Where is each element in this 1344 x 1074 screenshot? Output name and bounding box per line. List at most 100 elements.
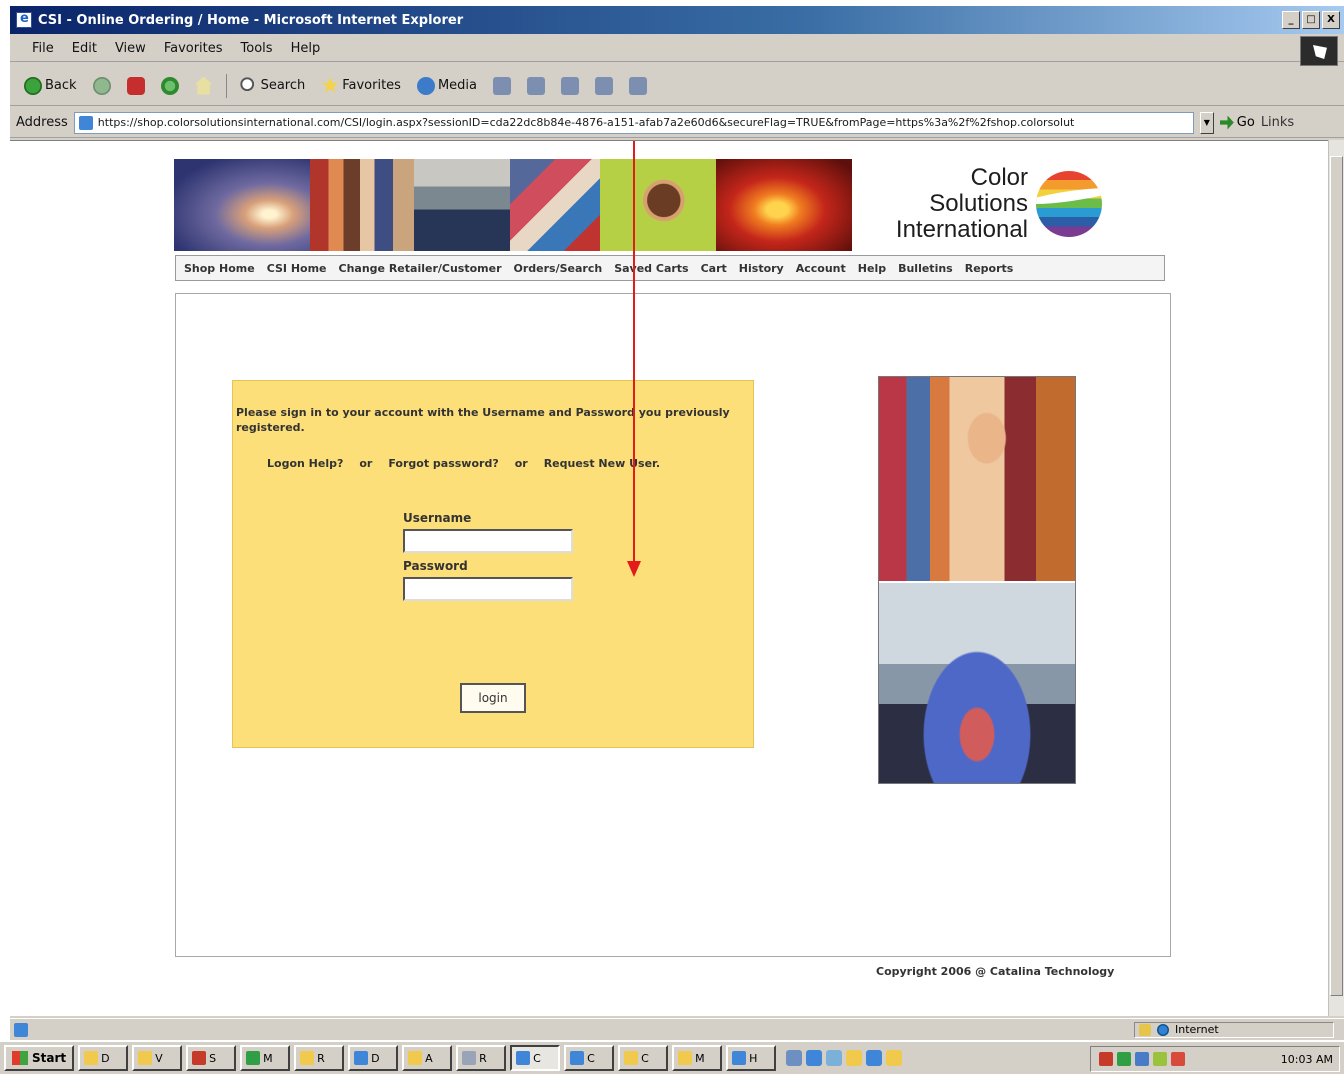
- minimize-button[interactable]: _: [1282, 11, 1300, 29]
- maximize-button[interactable]: □: [1302, 11, 1320, 29]
- logo-text: Color Solutions International: [895, 164, 1028, 243]
- taskbar-window-button[interactable]: C: [510, 1045, 561, 1071]
- quick-launch-icon[interactable]: [806, 1050, 823, 1066]
- password-label: Password: [403, 559, 468, 573]
- search-button[interactable]: Search: [234, 75, 312, 97]
- address-label: Address: [16, 115, 68, 130]
- edit-button[interactable]: [589, 75, 619, 97]
- nav-change-retailer[interactable]: Change Retailer/Customer: [339, 262, 502, 275]
- menu-favorites[interactable]: Favorites: [156, 39, 231, 58]
- taskbar-window-button[interactable]: D: [78, 1045, 129, 1071]
- nav-saved-carts[interactable]: Saved Carts: [614, 262, 688, 275]
- taskbar-window-button[interactable]: S: [186, 1045, 237, 1071]
- tray-icon[interactable]: [1171, 1052, 1185, 1066]
- menu-bar: File Edit View Favorites Tools Help: [10, 36, 1344, 62]
- username-input[interactable]: [403, 529, 573, 553]
- quick-launch-icon[interactable]: [786, 1050, 803, 1066]
- history-button[interactable]: [487, 75, 517, 97]
- address-dropdown-button[interactable]: ▼: [1199, 111, 1214, 134]
- media-button[interactable]: Media: [411, 75, 483, 97]
- nav-shop-home[interactable]: Shop Home: [184, 262, 255, 275]
- refresh-button[interactable]: [155, 75, 185, 97]
- logon-help-link[interactable]: Logon Help?: [267, 457, 343, 470]
- quick-launch-icon[interactable]: [846, 1050, 863, 1066]
- menu-view[interactable]: View: [107, 39, 154, 58]
- print-button[interactable]: [555, 75, 585, 97]
- taskbar-window-button[interactable]: C: [564, 1045, 615, 1071]
- go-button[interactable]: Go: [1219, 115, 1255, 130]
- taskbar-window-label: H: [749, 1051, 758, 1065]
- page-viewport: Color Solutions International Shop Home …: [10, 140, 1328, 1016]
- page-status-icon: [14, 1022, 28, 1037]
- start-button[interactable]: Start: [4, 1045, 75, 1071]
- menu-edit[interactable]: Edit: [64, 39, 105, 58]
- taskbar-window-button[interactable]: H: [726, 1045, 777, 1071]
- home-button[interactable]: [189, 75, 219, 97]
- taskbar-window-label: D: [101, 1051, 110, 1065]
- page-icon: [78, 115, 93, 130]
- request-new-user-link[interactable]: Request New User.: [544, 457, 660, 470]
- nav-help[interactable]: Help: [858, 262, 886, 275]
- taskbar-window-button[interactable]: C: [618, 1045, 669, 1071]
- back-button[interactable]: Back: [18, 75, 83, 97]
- taskbar-window-label: R: [479, 1051, 487, 1065]
- address-input[interactable]: https://shop.colorsolutionsinternational…: [73, 111, 1194, 134]
- stop-button[interactable]: [121, 75, 151, 97]
- mail-button[interactable]: [521, 75, 551, 97]
- username-label: Username: [403, 511, 472, 525]
- links-button[interactable]: Links: [1261, 115, 1294, 130]
- security-zone: Internet: [1134, 1022, 1334, 1038]
- start-label: Start: [32, 1051, 67, 1065]
- app-icon: [354, 1051, 369, 1065]
- nav-history[interactable]: History: [739, 262, 784, 275]
- nav-bulletins[interactable]: Bulletins: [898, 262, 953, 275]
- taskbar-window-button[interactable]: R: [456, 1045, 507, 1071]
- go-arrow-icon: [1219, 115, 1234, 130]
- home-icon: [194, 76, 213, 95]
- color-stripes-logo-icon: [1036, 171, 1102, 237]
- address-bar: Address https://shop.colorsolutionsinter…: [10, 108, 1344, 138]
- taskbar-window-button[interactable]: R: [294, 1045, 345, 1071]
- close-button[interactable]: X: [1322, 11, 1340, 29]
- taskbar-window-label: C: [533, 1051, 541, 1065]
- quick-launch-icon[interactable]: [826, 1050, 843, 1066]
- nav-reports[interactable]: Reports: [965, 262, 1014, 275]
- forward-button[interactable]: [87, 75, 117, 97]
- menu-help[interactable]: Help: [283, 39, 329, 58]
- vertical-scrollbar[interactable]: [1328, 140, 1344, 1016]
- discuss-button[interactable]: [623, 75, 653, 97]
- media-icon: [416, 76, 435, 95]
- tray-icon[interactable]: [1153, 1052, 1167, 1066]
- quick-launch: [780, 1050, 908, 1066]
- login-button[interactable]: login: [460, 683, 526, 713]
- nav-orders-search[interactable]: Orders/Search: [514, 262, 603, 275]
- globe-icon: [1157, 1024, 1169, 1036]
- quick-launch-icon[interactable]: [886, 1050, 903, 1066]
- password-input[interactable]: [403, 577, 573, 601]
- app-icon: [462, 1051, 477, 1065]
- tray-icon[interactable]: [1117, 1052, 1131, 1066]
- quick-launch-icon[interactable]: [866, 1050, 883, 1066]
- login-links: Logon Help? or Forgot password? or Reque…: [267, 457, 660, 470]
- taskbar-window-button[interactable]: M: [240, 1045, 291, 1071]
- taskbar-window-button[interactable]: D: [348, 1045, 399, 1071]
- nav-cart[interactable]: Cart: [701, 262, 727, 275]
- taskbar-window-button[interactable]: V: [132, 1045, 183, 1071]
- menu-tools[interactable]: Tools: [233, 39, 281, 58]
- title-bar: CSI - Online Ordering / Home - Microsoft…: [10, 6, 1344, 34]
- nav-account[interactable]: Account: [796, 262, 846, 275]
- menu-file[interactable]: File: [24, 39, 62, 58]
- csi-logo[interactable]: Color Solutions International: [862, 165, 1112, 245]
- nav-csi-home[interactable]: CSI Home: [267, 262, 327, 275]
- site-banner: Color Solutions International: [174, 157, 1114, 251]
- forgot-password-link[interactable]: Forgot password?: [388, 457, 498, 470]
- tray-icon[interactable]: [1135, 1052, 1149, 1066]
- site-nav: Shop Home CSI Home Change Retailer/Custo…: [175, 255, 1165, 281]
- scrollbar-thumb[interactable]: [1330, 156, 1343, 996]
- favorites-button[interactable]: Favorites: [315, 75, 407, 97]
- favorites-star-icon: [321, 76, 339, 93]
- or-separator: or: [514, 457, 528, 470]
- taskbar-window-button[interactable]: A: [402, 1045, 453, 1071]
- tray-icon[interactable]: [1099, 1052, 1113, 1066]
- taskbar-window-button[interactable]: M: [672, 1045, 723, 1071]
